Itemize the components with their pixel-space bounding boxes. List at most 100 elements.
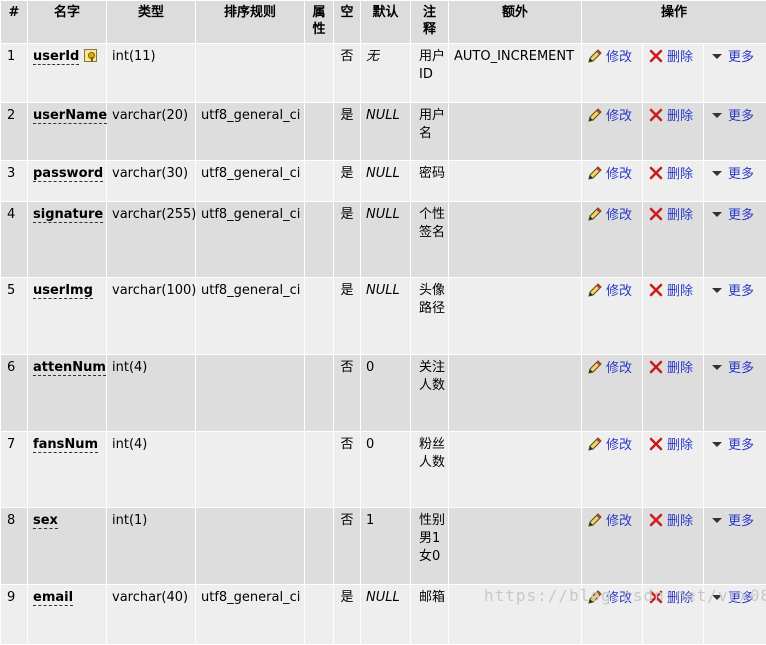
delete-label: 删除 [667,167,693,182]
field-collation [196,355,305,432]
field-default: 无 [366,49,379,64]
delete-action-cell: 删除 [643,44,704,103]
field-name[interactable]: signature [33,207,103,223]
field-default-cell: NULL [361,585,411,645]
row-number: 2 [1,103,28,161]
delete-button[interactable]: 删除 [648,361,693,376]
field-collation [196,432,305,508]
field-name[interactable]: attenNum [33,360,106,376]
col-header-type[interactable]: 类型 [107,1,196,44]
field-extra [449,202,582,278]
triangle-down-icon [709,359,725,375]
field-attributes [305,508,334,585]
col-header-null[interactable]: 空 [334,1,361,44]
edit-button[interactable]: 修改 [587,438,632,453]
more-dropdown[interactable]: 更多 [709,284,754,299]
edit-button[interactable]: 修改 [587,208,632,223]
more-dropdown[interactable]: 更多 [709,514,754,529]
more-dropdown[interactable]: 更多 [709,361,754,376]
delete-button[interactable]: 删除 [648,514,693,529]
edit-button[interactable]: 修改 [587,361,632,376]
field-name[interactable]: email [33,590,73,606]
field-default-cell: NULL [361,103,411,161]
field-comment: 邮箱 [411,585,449,645]
col-header-attributes[interactable]: 属性 [305,1,334,44]
row-number: 7 [1,432,28,508]
row-number: 9 [1,585,28,645]
field-comment: 用户ID [411,44,449,103]
col-header-collation[interactable]: 排序规则 [196,1,305,44]
edit-label: 修改 [606,109,632,124]
edit-button[interactable]: 修改 [587,50,632,65]
field-name[interactable]: userImg [33,283,93,299]
field-name-cell: email [28,585,107,645]
edit-action-cell: 修改 [582,278,643,355]
delete-label: 删除 [667,208,693,223]
field-default-cell: 无 [361,44,411,103]
pencil-icon [587,282,603,298]
more-label: 更多 [728,284,754,299]
row-number: 8 [1,508,28,585]
edit-button[interactable]: 修改 [587,284,632,299]
edit-action-cell: 修改 [582,103,643,161]
edit-button[interactable]: 修改 [587,514,632,529]
pencil-icon [587,48,603,64]
delete-button[interactable]: 删除 [648,208,693,223]
more-action-cell: 更多 [704,103,766,161]
close-icon [648,48,664,64]
field-extra [449,103,582,161]
col-header-name[interactable]: 名字 [28,1,107,44]
more-label: 更多 [728,514,754,529]
edit-label: 修改 [606,284,632,299]
field-type: varchar(30) [107,161,196,202]
field-extra [449,161,582,202]
field-default-cell: NULL [361,161,411,202]
field-name-cell: userId [28,44,107,103]
field-default: NULL [366,166,400,181]
close-icon [648,359,664,375]
field-name[interactable]: userName [33,108,107,124]
edit-label: 修改 [606,514,632,529]
watermark: https://blog.csdn.net/vcx08 [484,586,766,605]
field-comment: 粉丝人数 [411,432,449,508]
pencil-icon [587,165,603,181]
more-dropdown[interactable]: 更多 [709,167,754,182]
edit-button[interactable]: 修改 [587,109,632,124]
more-label: 更多 [728,109,754,124]
more-action-cell: 更多 [704,44,766,103]
col-header-extra[interactable]: 额外 [449,1,582,44]
col-header-default[interactable]: 默认 [361,1,411,44]
field-null: 否 [334,44,361,103]
delete-action-cell: 删除 [643,278,704,355]
field-comment: 密码 [411,161,449,202]
delete-label: 删除 [667,361,693,376]
delete-label: 删除 [667,284,693,299]
more-dropdown[interactable]: 更多 [709,208,754,223]
edit-button[interactable]: 修改 [587,167,632,182]
more-label: 更多 [728,50,754,65]
close-icon [648,436,664,452]
field-name[interactable]: sex [33,513,58,529]
delete-label: 删除 [667,438,693,453]
delete-action-cell: 删除 [643,161,704,202]
row-number: 5 [1,278,28,355]
delete-button[interactable]: 删除 [648,167,693,182]
delete-button[interactable]: 删除 [648,284,693,299]
more-action-cell: 更多 [704,508,766,585]
col-header-comment[interactable]: 注释 [411,1,449,44]
field-name[interactable]: password [33,166,103,182]
field-name[interactable]: userId [33,49,79,65]
field-collation [196,44,305,103]
more-dropdown[interactable]: 更多 [709,109,754,124]
field-default: NULL [366,590,400,605]
delete-button[interactable]: 删除 [648,438,693,453]
delete-button[interactable]: 删除 [648,109,693,124]
more-dropdown[interactable]: 更多 [709,50,754,65]
field-name-cell: sex [28,508,107,585]
field-default-cell: 0 [361,355,411,432]
field-name[interactable]: fansNum [33,437,98,453]
delete-button[interactable]: 删除 [648,50,693,65]
field-attributes [305,585,334,645]
more-dropdown[interactable]: 更多 [709,438,754,453]
pencil-icon [587,359,603,375]
